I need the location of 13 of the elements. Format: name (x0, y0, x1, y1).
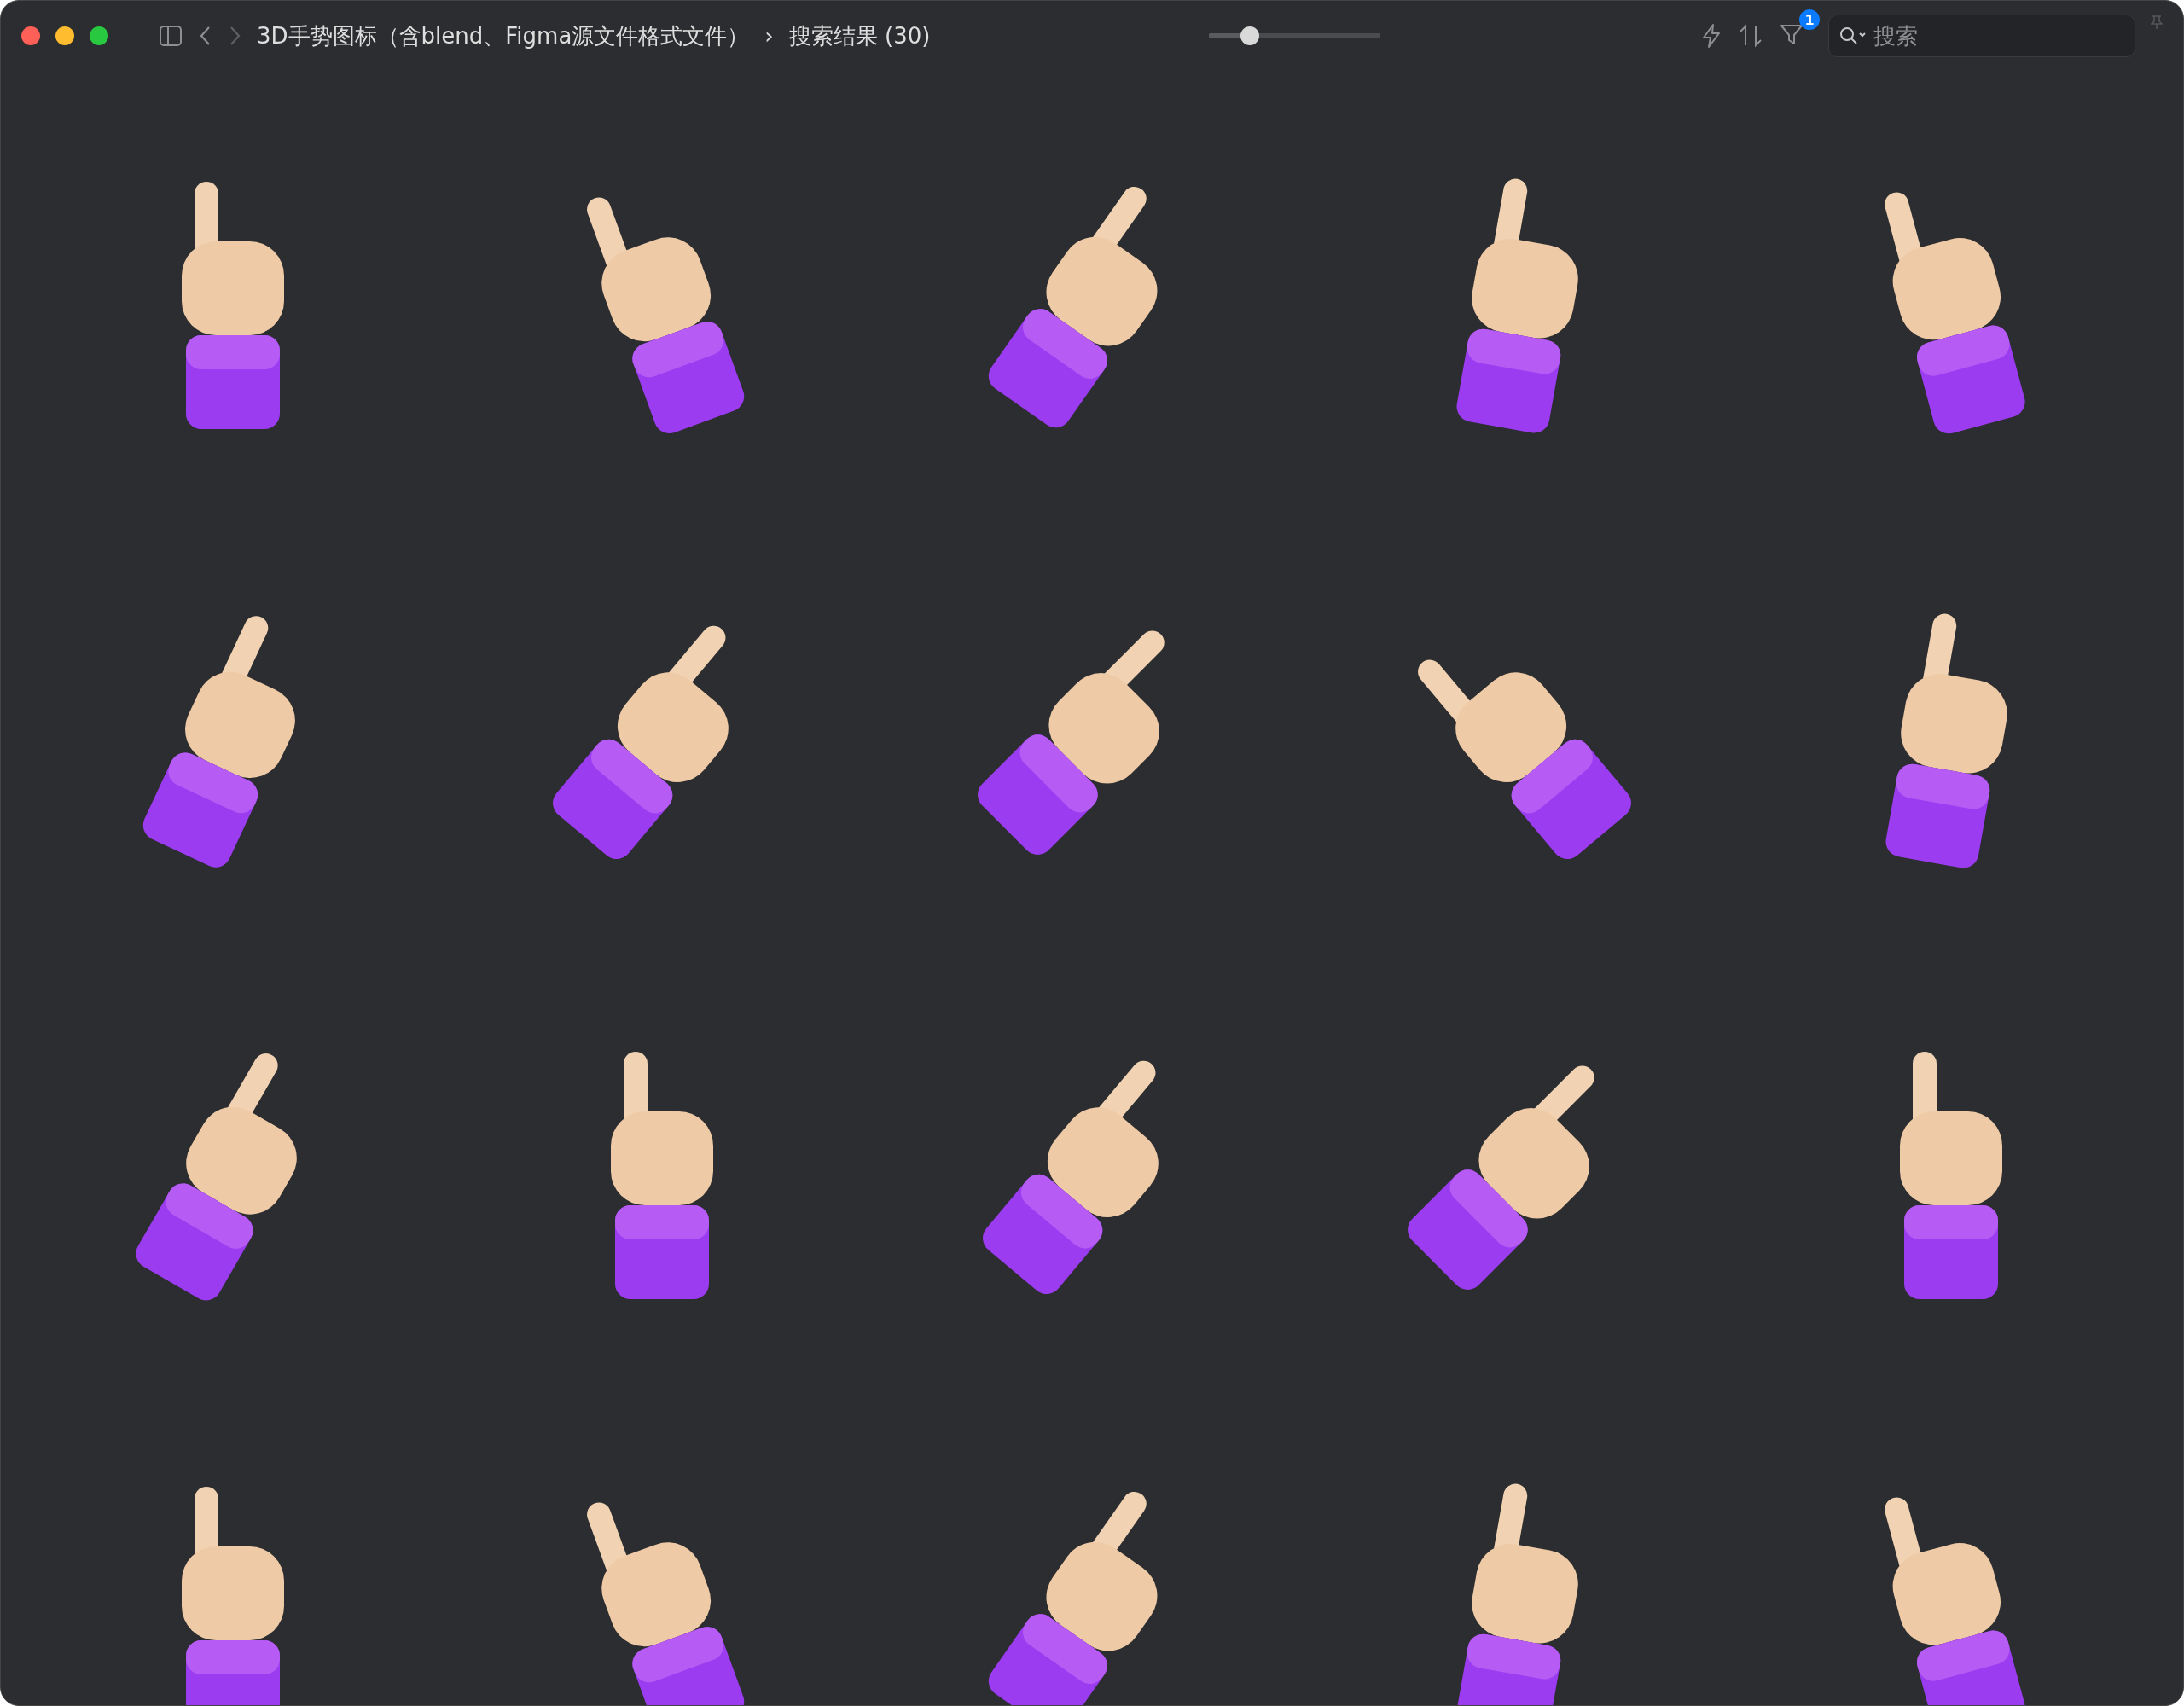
sort-icon[interactable] (1738, 23, 1763, 49)
close-icon[interactable] (21, 26, 40, 45)
minimize-icon[interactable] (55, 26, 74, 45)
window-title: 3D手势图标（含blend、Figma源文件格式文件） (257, 21, 750, 50)
search-field[interactable]: 搜索 (1828, 15, 2135, 57)
slider-thumb[interactable] (1240, 26, 1259, 45)
filter-count-badge: 1 (1799, 9, 1820, 30)
breadcrumb-current[interactable]: 搜索结果 (30) (788, 20, 931, 51)
back-icon[interactable] (199, 25, 212, 47)
lightning-icon[interactable] (1700, 23, 1722, 49)
breadcrumb-separator: › (764, 23, 774, 49)
sidebar-icon[interactable] (158, 23, 183, 49)
zoom-icon[interactable] (90, 26, 108, 45)
